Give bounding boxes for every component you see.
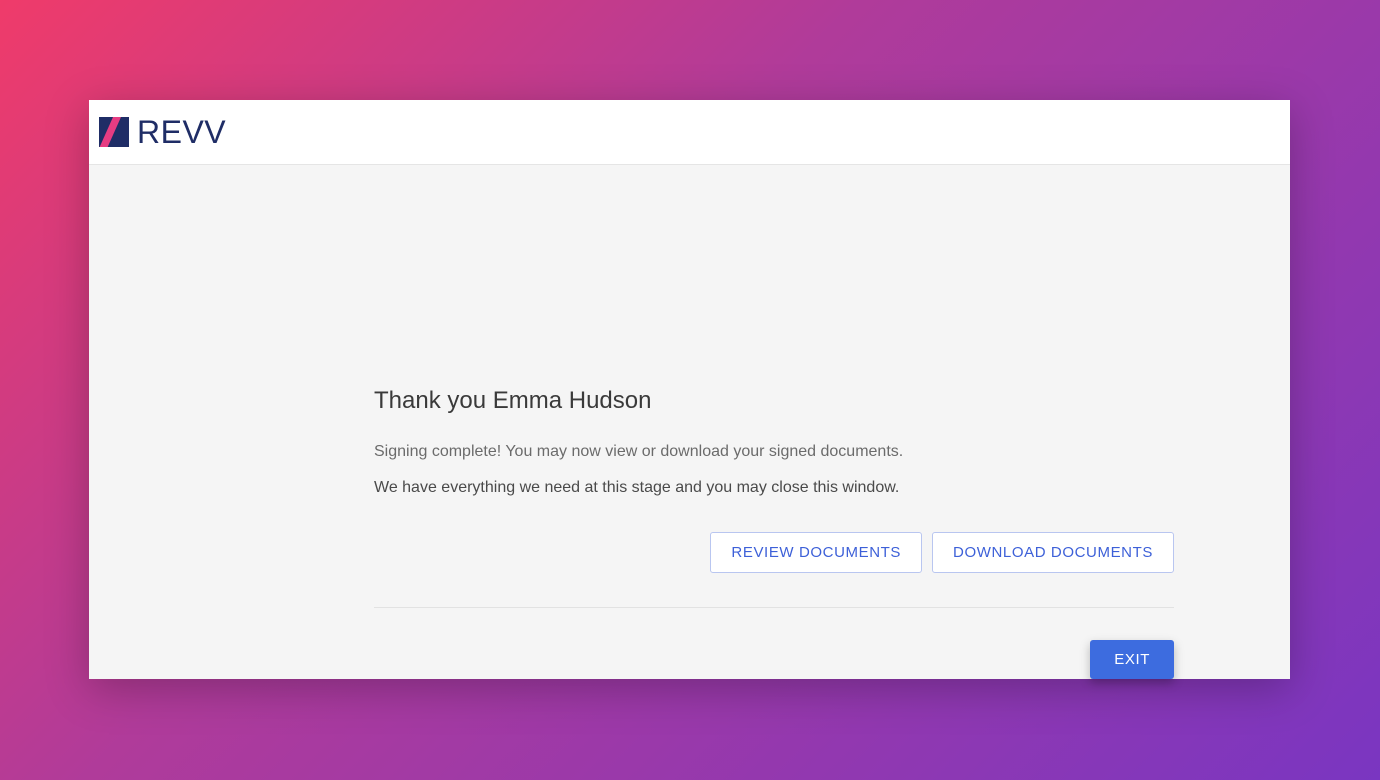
- logo-text: REVV: [137, 114, 226, 151]
- completion-message: Thank you Emma Hudson Signing complete! …: [374, 387, 1174, 679]
- document-actions: REVIEW DOCUMENTS DOWNLOAD DOCUMENTS: [374, 532, 1174, 573]
- thank-you-title: Thank you Emma Hudson: [374, 387, 1174, 415]
- viewport: REVV Thank you Emma Hudson Signing compl…: [0, 0, 1380, 780]
- exit-button[interactable]: EXIT: [1090, 640, 1174, 679]
- download-documents-button[interactable]: DOWNLOAD DOCUMENTS: [932, 532, 1174, 573]
- signing-complete-text: Signing complete! You may now view or do…: [374, 441, 1174, 463]
- review-documents-button[interactable]: REVIEW DOCUMENTS: [710, 532, 922, 573]
- close-window-text: We have everything we need at this stage…: [374, 477, 1174, 499]
- logo-mark-icon: [99, 117, 129, 147]
- app-body: Thank you Emma Hudson Signing complete! …: [89, 165, 1290, 679]
- app-panel: REVV Thank you Emma Hudson Signing compl…: [89, 100, 1290, 679]
- brand-logo: REVV: [99, 114, 226, 151]
- divider: [374, 607, 1174, 608]
- app-header: REVV: [89, 100, 1290, 165]
- exit-actions: EXIT: [374, 640, 1174, 679]
